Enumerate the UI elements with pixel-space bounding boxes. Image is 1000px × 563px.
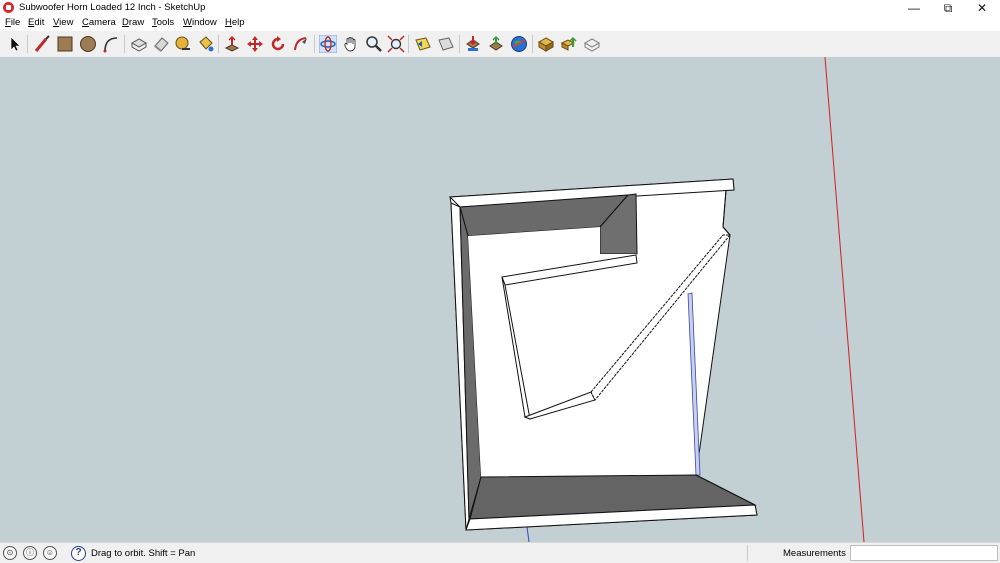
measurements-input[interactable]	[850, 545, 998, 561]
menu-file[interactable]: File	[5, 17, 20, 28]
next-view-icon[interactable]	[436, 34, 456, 54]
minimize-button[interactable]: —	[897, 0, 931, 16]
red-axis-line	[824, 57, 865, 542]
rotate-tool-icon[interactable]	[268, 34, 288, 54]
menu-view[interactable]: View	[53, 17, 73, 28]
share-component-icon[interactable]	[559, 34, 579, 54]
menu-tools[interactable]: Tools	[152, 17, 174, 28]
restore-button[interactable]: ⧉	[931, 0, 965, 16]
menu-bar: File Edit View Camera Draw Tools Window …	[0, 16, 1000, 31]
pan-tool-icon[interactable]	[341, 34, 361, 54]
share-model-icon[interactable]	[486, 34, 506, 54]
model-drawing	[448, 57, 865, 542]
eraser-tool-icon[interactable]	[151, 34, 171, 54]
menu-camera[interactable]: Camera	[82, 17, 116, 28]
model-viewport[interactable]	[0, 57, 1000, 542]
menu-help[interactable]: Help	[225, 17, 245, 28]
circle-tool-icon[interactable]	[78, 34, 98, 54]
line-tool-icon[interactable]	[32, 34, 52, 54]
previous-view-icon[interactable]	[413, 34, 433, 54]
zoom-extents-icon[interactable]	[386, 34, 406, 54]
push-pull-icon[interactable]	[222, 34, 242, 54]
rectangle-tool-icon[interactable]	[55, 34, 75, 54]
sketchup-logo-icon	[3, 2, 14, 13]
menu-window[interactable]: Window	[183, 17, 217, 28]
menu-edit[interactable]: Edit	[28, 17, 44, 28]
close-button[interactable]: ✕	[965, 0, 999, 16]
credits-icon[interactable]: ⓘ	[23, 546, 37, 560]
components-icon[interactable]	[582, 34, 602, 54]
status-hint-text: Drag to orbit. Shift = Pan	[91, 548, 196, 559]
make-component-icon[interactable]	[129, 34, 149, 54]
select-tool-icon[interactable]	[5, 34, 25, 54]
status-bar: ⊙ ⓘ ☺ ? Drag to orbit. Shift = Pan Measu…	[0, 542, 1000, 563]
paint-bucket-icon[interactable]	[196, 34, 216, 54]
status-divider	[747, 545, 748, 561]
title-bar: Subwoofer Horn Loaded 12 Inch - SketchUp…	[0, 0, 1000, 16]
tape-measure-icon[interactable]	[173, 34, 193, 54]
get-models-icon[interactable]	[463, 34, 483, 54]
blue-axis-line	[526, 526, 530, 542]
orbit-tool-icon[interactable]	[318, 34, 338, 54]
follow-me-icon[interactable]	[291, 34, 311, 54]
user-account-icon[interactable]: ☺	[43, 546, 57, 560]
zoom-tool-icon[interactable]	[364, 34, 384, 54]
large-toolset-toolbar	[0, 31, 1000, 58]
measurements-label: Measurements	[783, 548, 846, 559]
menu-draw[interactable]: Draw	[122, 17, 144, 28]
extension-warehouse-icon[interactable]	[536, 34, 556, 54]
arc-tool-icon[interactable]	[101, 34, 121, 54]
google-earth-icon[interactable]	[509, 34, 529, 54]
geo-location-icon[interactable]: ⊙	[3, 546, 17, 560]
help-icon[interactable]: ?	[71, 546, 86, 561]
move-tool-icon[interactable]	[245, 34, 265, 54]
window-title: Subwoofer Horn Loaded 12 Inch - SketchUp	[19, 2, 206, 13]
